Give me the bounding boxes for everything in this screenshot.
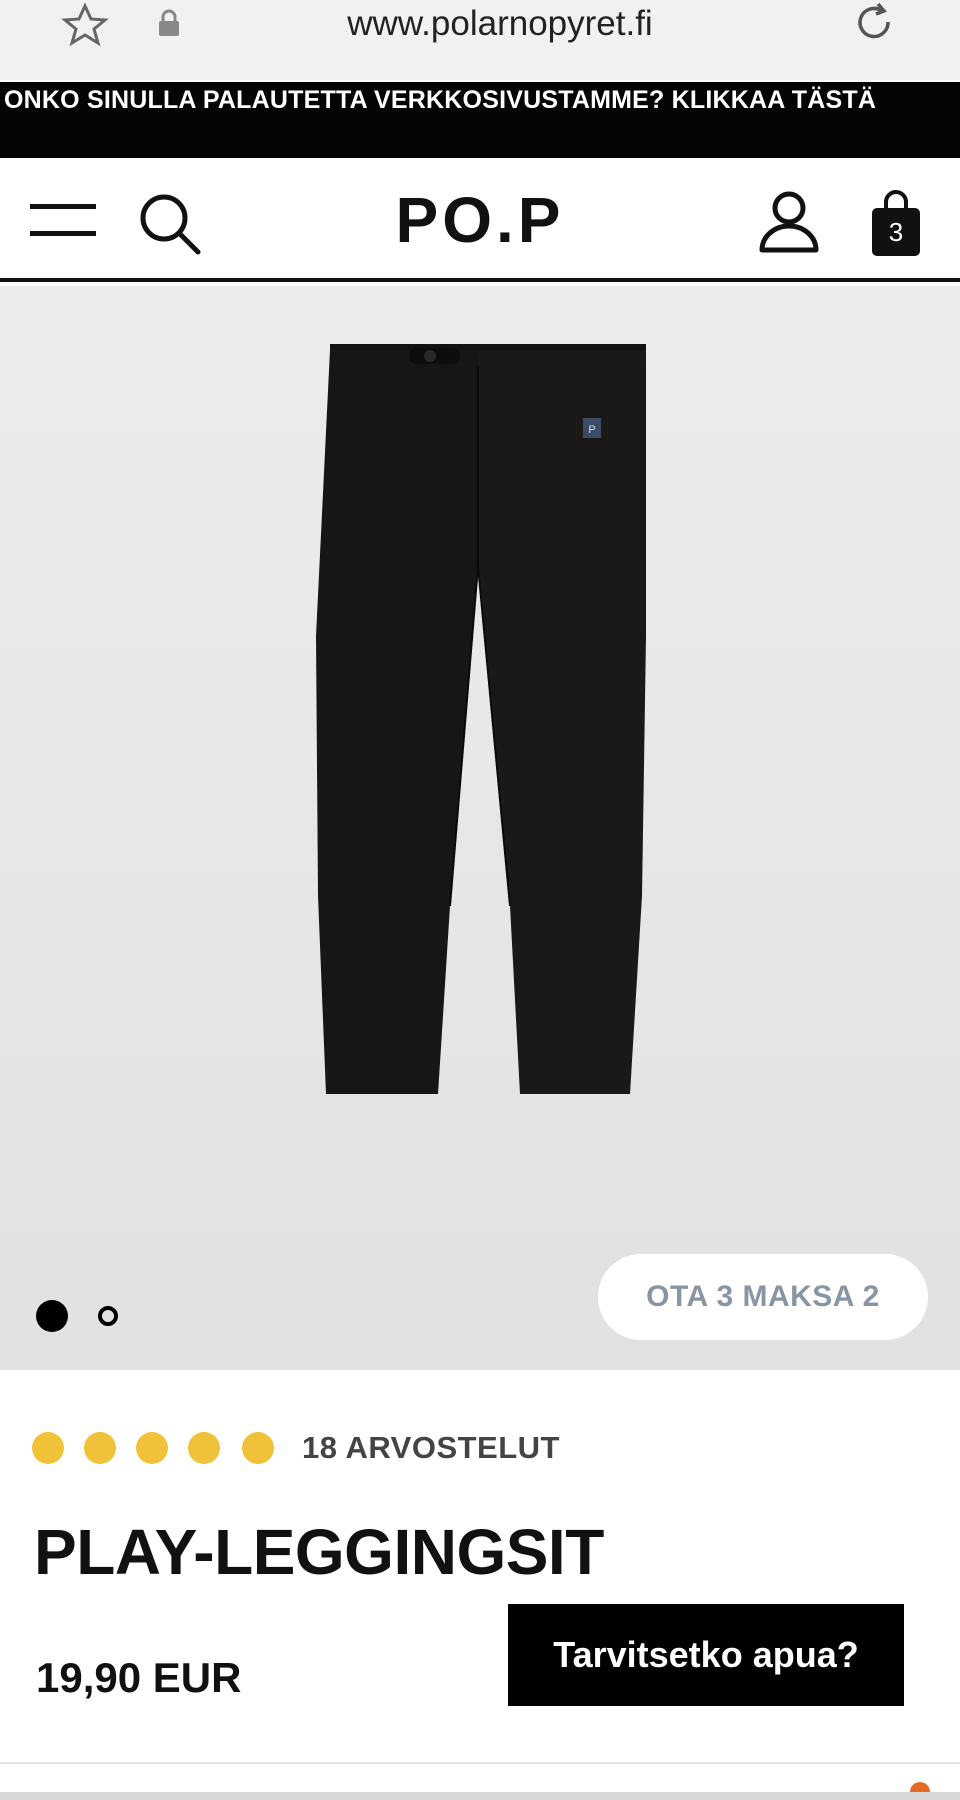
chat-help-button[interactable]: Tarvitsetko apua? bbox=[508, 1604, 904, 1706]
product-title: PLAY-LEGGINGSIT bbox=[34, 1516, 604, 1588]
url-text[interactable]: www.polarnopyret.fi bbox=[280, 2, 720, 46]
bottom-edge bbox=[0, 1792, 960, 1800]
menu-icon[interactable] bbox=[30, 202, 96, 238]
star-icon[interactable] bbox=[60, 2, 110, 46]
svg-text:P: P bbox=[588, 424, 595, 436]
rating-dot bbox=[84, 1432, 116, 1464]
product-price: 19,90 EUR bbox=[36, 1654, 242, 1701]
promo-badge: OTA 3 MAKSA 2 bbox=[598, 1254, 928, 1340]
reload-icon[interactable] bbox=[848, 0, 900, 46]
rating-dot bbox=[188, 1432, 220, 1464]
carousel-pagination bbox=[36, 1298, 126, 1332]
lock-icon bbox=[159, 9, 179, 36]
section-divider bbox=[0, 1762, 960, 1764]
rating-dot bbox=[32, 1432, 64, 1464]
product-image-gallery[interactable]: P OTA 3 MAKSA 2 bbox=[0, 286, 960, 1370]
search-icon[interactable] bbox=[136, 192, 206, 256]
rating-row[interactable]: 18 ARVOSTELUT bbox=[32, 1432, 632, 1466]
carousel-dot[interactable] bbox=[98, 1306, 118, 1326]
reviews-count[interactable]: 18 ARVOSTELUT bbox=[302, 1432, 560, 1464]
site-header: PO.P 3 bbox=[0, 160, 960, 282]
product-info: 18 ARVOSTELUT PLAY-LEGGINGSIT 19,90 EUR … bbox=[0, 1370, 960, 1800]
carousel-dot-active[interactable] bbox=[36, 1300, 68, 1332]
browser-url-bar: www.polarnopyret.fi bbox=[0, 0, 960, 80]
product-leggings-image: P bbox=[316, 344, 646, 1094]
brand-logo[interactable]: PO.P bbox=[370, 182, 590, 258]
rating-dot bbox=[136, 1432, 168, 1464]
rating-dot bbox=[242, 1432, 274, 1464]
cart-count-badge: 3 bbox=[888, 217, 904, 247]
account-icon[interactable] bbox=[756, 188, 822, 254]
feedback-banner[interactable]: ONKO SINULLA PALAUTETTA VERKKOSIVUSTAMME… bbox=[0, 82, 960, 158]
